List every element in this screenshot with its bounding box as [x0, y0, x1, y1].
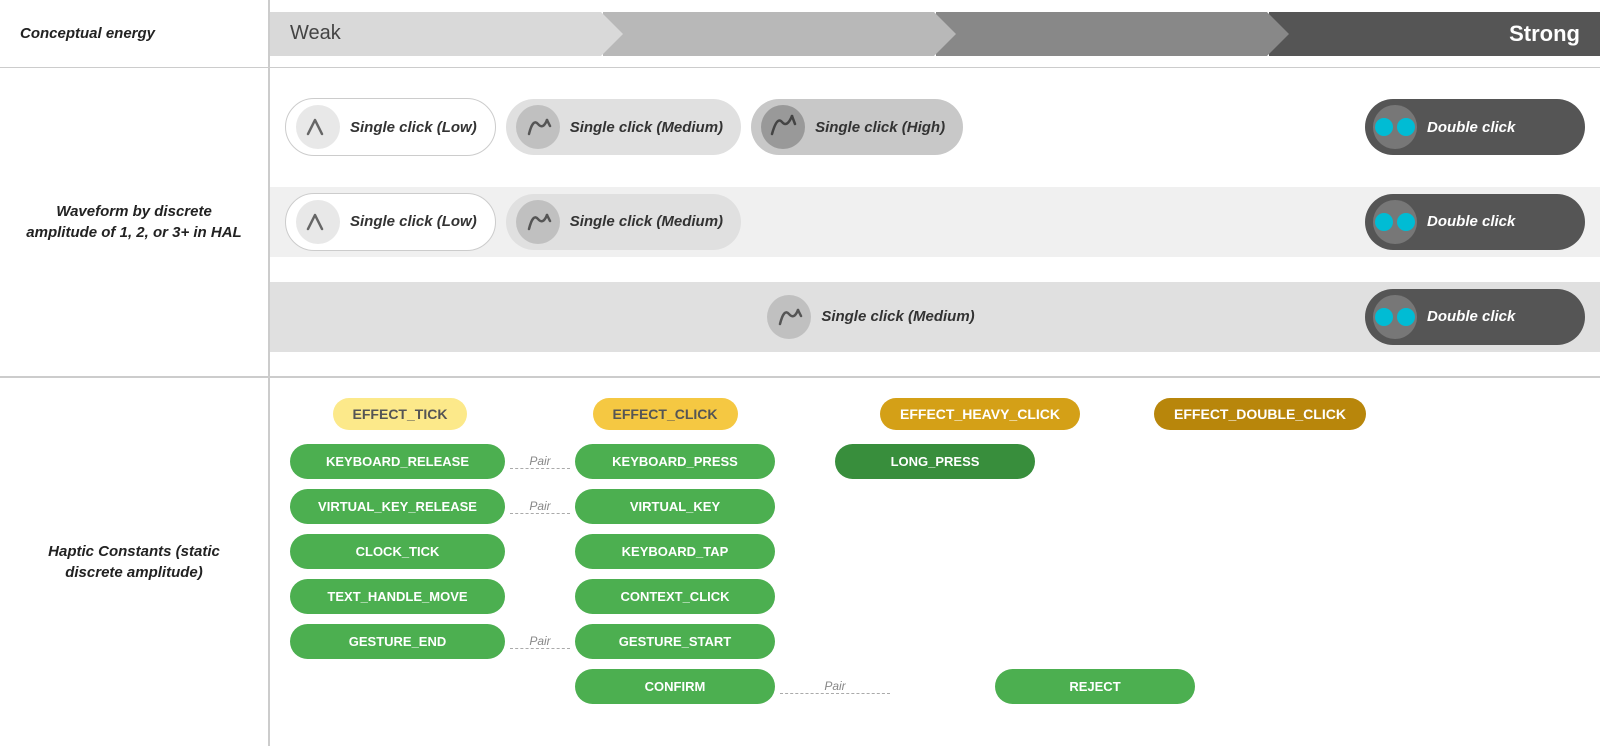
hc-row-text-handle: TEXT_HANDLE_MOVE CONTEXT_CLICK — [290, 579, 1580, 614]
effect-double-click-label: EFFECT_DOUBLE_CLICK — [1154, 398, 1366, 430]
pill-single-click-high-1: Single click (High) — [751, 99, 963, 155]
effect-labels-row: EFFECT_TICK EFFECT_CLICK EFFECT_HEAVY_CL… — [290, 398, 1580, 430]
pair-confirm-container: Pair — [775, 679, 895, 694]
pill-double-click-1: Double click — [1365, 99, 1585, 155]
pill-label: Single click (Low) — [350, 213, 477, 230]
pill-label: Double click — [1427, 213, 1515, 230]
wave-low-icon-1 — [296, 105, 340, 149]
energy-row: Weak Strong — [270, 0, 1600, 68]
pill-double-click-2: Double click — [1365, 194, 1585, 250]
pair-label-confirm: Pair — [824, 679, 845, 693]
virtual-key-btn[interactable]: VIRTUAL_KEY — [575, 489, 775, 524]
virtual-key-release-btn[interactable]: VIRTUAL_KEY_RELEASE — [290, 489, 505, 524]
pair-line-gesture — [510, 648, 570, 649]
wf-pills-group-1: Single click (Low) Single click (Medium) — [285, 98, 1365, 156]
effect-double-container: EFFECT_DOUBLE_CLICK — [1150, 398, 1370, 430]
waveform-label-container: Waveform by discrete amplitude of 1, 2, … — [0, 68, 268, 378]
right-column: Weak Strong Single click (Low) — [268, 0, 1600, 746]
energy-strong-label: Strong — [1509, 21, 1580, 47]
effect-tick-container: EFFECT_TICK — [290, 398, 510, 430]
effect-heavy-click-label: EFFECT_HEAVY_CLICK — [880, 398, 1080, 430]
wave-medium-icon-2 — [516, 200, 560, 244]
haptic-constants-label-container: Haptic Constants (static discrete amplit… — [0, 378, 268, 746]
effect-click-label: EFFECT_CLICK — [593, 398, 738, 430]
pill-label: Double click — [1427, 308, 1515, 325]
pill-single-click-medium-3: Single click (Medium) — [757, 289, 992, 345]
energy-seg-3 — [936, 12, 1267, 56]
pill-label: Double click — [1427, 119, 1515, 136]
double-click-icon-3 — [1373, 295, 1417, 339]
wave-medium-icon-3 — [767, 295, 811, 339]
waveform-area: Single click (Low) Single click (Medium) — [270, 68, 1600, 378]
left-column: Conceptual energy Waveform by discrete a… — [0, 0, 268, 746]
gesture-end-btn[interactable]: GESTURE_END — [290, 624, 505, 659]
hc-row-keyboard: KEYBOARD_RELEASE Pair KEYBOARD_PRESS LON… — [290, 444, 1580, 479]
hc-row-virtual-key: VIRTUAL_KEY_RELEASE Pair VIRTUAL_KEY — [290, 489, 1580, 524]
pill-single-click-medium-1: Single click (Medium) — [506, 99, 741, 155]
energy-weak-label: Weak — [290, 22, 341, 45]
conceptual-energy-label: Conceptual energy — [20, 23, 155, 44]
effect-heavy-container: EFFECT_HEAVY_CLICK — [870, 398, 1090, 430]
hc-row-clock: CLOCK_TICK KEYBOARD_TAP — [290, 534, 1580, 569]
pair-label-keyboard: Pair — [529, 454, 550, 468]
wf-pills-group-2: Single click (Low) Single click (Medium) — [285, 193, 1365, 251]
wave-medium-icon-1 — [516, 105, 560, 149]
pill-single-click-medium-2: Single click (Medium) — [506, 194, 741, 250]
hc-row-confirm: CONFIRM Pair REJECT — [290, 669, 1580, 704]
waveform-label: Waveform by discrete amplitude of 1, 2, … — [20, 201, 248, 243]
pair-label-gesture: Pair — [529, 634, 550, 648]
pair-keyboard-container: Pair — [505, 454, 575, 469]
pair-line-keyboard — [510, 468, 570, 469]
reject-btn[interactable]: REJECT — [995, 669, 1195, 704]
pill-label: Single click (Low) — [350, 119, 477, 136]
energy-seg-2 — [603, 12, 934, 56]
pair-label-vk: Pair — [529, 499, 550, 513]
arrow-bar — [270, 12, 1600, 56]
pill-label: Single click (Medium) — [570, 213, 723, 230]
pair-gesture-container: Pair — [505, 634, 575, 649]
haptic-constants-grid-container: KEYBOARD_RELEASE Pair KEYBOARD_PRESS LON… — [290, 444, 1580, 704]
effect-tick-label: EFFECT_TICK — [333, 398, 468, 430]
context-click-btn[interactable]: CONTEXT_CLICK — [575, 579, 775, 614]
long-press-btn[interactable]: LONG_PRESS — [835, 444, 1035, 479]
waveform-row-1: Single click (Low) Single click (Medium) — [270, 92, 1600, 162]
pill-label: Single click (Medium) — [570, 119, 723, 136]
double-click-icon-2 — [1373, 200, 1417, 244]
wave-low-icon-2 — [296, 200, 340, 244]
haptic-constants-area: EFFECT_TICK EFFECT_CLICK EFFECT_HEAVY_CL… — [270, 378, 1600, 746]
wave-high-icon-1 — [761, 105, 805, 149]
wf-pills-group-3: Single click (Medium) — [285, 289, 1365, 345]
conceptual-energy-label-container: Conceptual energy — [0, 0, 268, 68]
hc-row-gesture: GESTURE_END Pair GESTURE_START — [290, 624, 1580, 659]
haptic-constants-label: Haptic Constants (static discrete amplit… — [20, 541, 248, 583]
keyboard-tap-btn[interactable]: KEYBOARD_TAP — [575, 534, 775, 569]
effect-click-container: EFFECT_CLICK — [540, 398, 790, 430]
main-layout: Conceptual energy Waveform by discrete a… — [0, 0, 1600, 746]
gesture-start-btn[interactable]: GESTURE_START — [575, 624, 775, 659]
clock-tick-btn[interactable]: CLOCK_TICK — [290, 534, 505, 569]
pill-single-click-low-1: Single click (Low) — [285, 98, 496, 156]
pill-label: Single click (High) — [815, 119, 945, 136]
pair-line-confirm — [780, 693, 890, 694]
keyboard-release-btn[interactable]: KEYBOARD_RELEASE — [290, 444, 505, 479]
confirm-btn[interactable]: CONFIRM — [575, 669, 775, 704]
waveform-row-3: Single click (Medium) Double click — [270, 282, 1600, 352]
pair-vk-container: Pair — [505, 499, 575, 514]
text-handle-move-btn[interactable]: TEXT_HANDLE_MOVE — [290, 579, 505, 614]
waveform-row-2: Single click (Low) Single click (Medium) — [270, 187, 1600, 257]
pill-double-click-3: Double click — [1365, 289, 1585, 345]
pair-line-vk — [510, 513, 570, 514]
double-click-icon-1 — [1373, 105, 1417, 149]
pill-label: Single click (Medium) — [821, 308, 974, 325]
keyboard-press-btn[interactable]: KEYBOARD_PRESS — [575, 444, 775, 479]
pill-single-click-low-2: Single click (Low) — [285, 193, 496, 251]
